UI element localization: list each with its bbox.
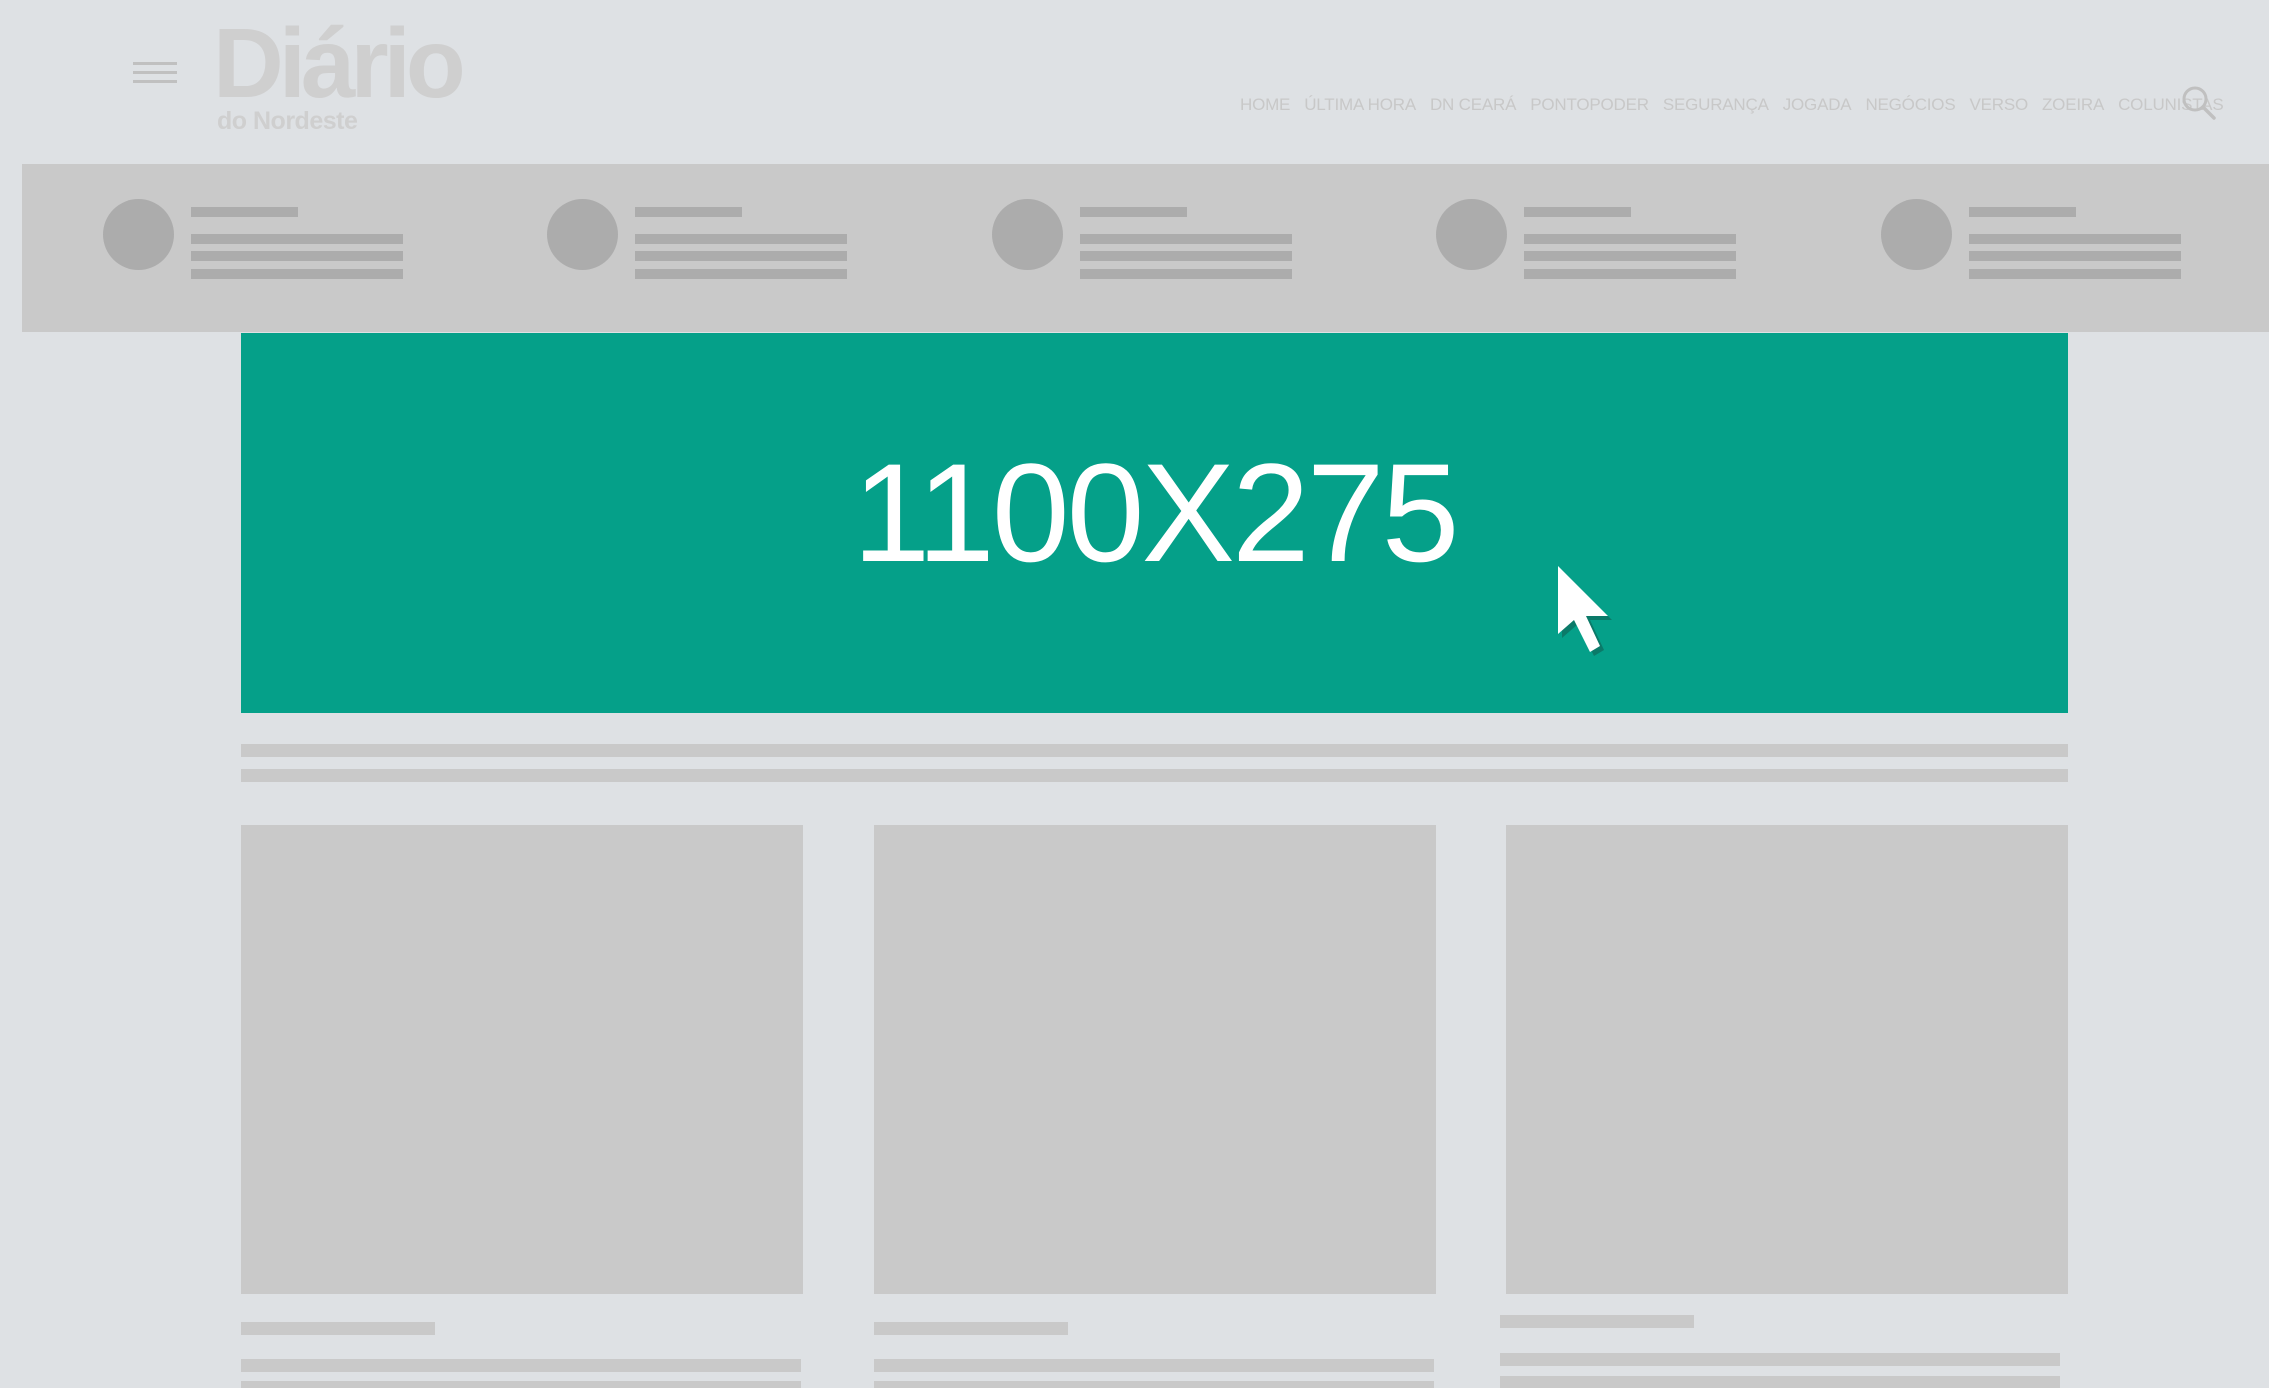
skeleton-line bbox=[241, 744, 2068, 757]
article-card-image[interactable] bbox=[241, 825, 803, 1294]
skeleton-line bbox=[1080, 251, 1292, 261]
nav-link-negocios[interactable]: NEGÓCIOS bbox=[1865, 95, 1955, 115]
menu-line bbox=[133, 71, 177, 74]
nav-link-pontopoder[interactable]: PONTOPODER bbox=[1530, 95, 1649, 115]
skeleton-avatar bbox=[1881, 199, 1952, 270]
skeleton-line bbox=[191, 207, 298, 217]
skeleton-avatar bbox=[1436, 199, 1507, 270]
skeleton-line bbox=[1500, 1315, 1694, 1328]
skeleton-line bbox=[874, 1381, 1434, 1388]
skeleton-line bbox=[874, 1359, 1434, 1372]
skeleton-line bbox=[635, 234, 847, 244]
nav-link-ultima-hora[interactable]: ÚLTIMA HORA bbox=[1304, 95, 1416, 115]
skeleton-line bbox=[1969, 234, 2181, 244]
skeleton-line bbox=[1500, 1353, 2060, 1366]
menu-line bbox=[133, 80, 177, 83]
skeleton-strip-item[interactable] bbox=[1436, 164, 1756, 332]
skeleton-avatar bbox=[103, 199, 174, 270]
skeleton-line bbox=[1969, 207, 2076, 217]
ad-banner[interactable]: 1100X275 bbox=[241, 333, 2068, 713]
skeleton-line bbox=[1080, 207, 1187, 217]
article-card-image[interactable] bbox=[874, 825, 1436, 1294]
skeleton-line bbox=[191, 269, 403, 279]
skeleton-line bbox=[241, 1381, 801, 1388]
skeleton-line bbox=[1080, 234, 1292, 244]
skeleton-line bbox=[241, 1322, 435, 1335]
skeleton-line bbox=[635, 251, 847, 261]
skeleton-avatar bbox=[547, 199, 618, 270]
skeleton-line bbox=[1524, 251, 1736, 261]
logo-main-text: Diário bbox=[213, 8, 466, 118]
skeleton-line bbox=[191, 234, 403, 244]
nav-link-home[interactable]: HOME bbox=[1240, 95, 1290, 115]
skeleton-line bbox=[1969, 251, 2181, 261]
skeleton-strip-item[interactable] bbox=[1881, 164, 2201, 332]
skeleton-line bbox=[241, 769, 2068, 782]
skeleton-line bbox=[191, 251, 403, 261]
site-logo[interactable]: Diário do Nordeste bbox=[213, 14, 493, 139]
skeleton-line bbox=[1524, 234, 1736, 244]
article-card-image[interactable] bbox=[1506, 825, 2068, 1294]
mouse-pointer-icon bbox=[1550, 558, 1620, 668]
logo-sub-text: do Nordeste bbox=[217, 107, 358, 135]
ad-size-label: 1100X275 bbox=[852, 434, 1459, 591]
skeleton-strip-item[interactable] bbox=[547, 164, 867, 332]
main-nav: HOME ÚLTIMA HORA DN CEARÁ PONTOPODER SEG… bbox=[1240, 93, 2224, 117]
skeleton-line bbox=[1969, 269, 2181, 279]
nav-link-verso[interactable]: VERSO bbox=[1969, 95, 2028, 115]
skeleton-line bbox=[241, 1359, 801, 1372]
skeleton-line bbox=[635, 207, 742, 217]
nav-link-jogada[interactable]: JOGADA bbox=[1783, 95, 1852, 115]
skeleton-line bbox=[1524, 269, 1736, 279]
skeleton-line bbox=[1080, 269, 1292, 279]
skeleton-avatar bbox=[992, 199, 1063, 270]
menu-line bbox=[133, 62, 177, 65]
nav-link-dn-ceara[interactable]: DN CEARÁ bbox=[1430, 95, 1516, 115]
hamburger-menu-icon[interactable] bbox=[133, 62, 177, 84]
nav-link-zoeira[interactable]: ZOEIRA bbox=[2042, 95, 2104, 115]
skeleton-strip-item[interactable] bbox=[103, 164, 423, 332]
skeleton-strip-item[interactable] bbox=[992, 164, 1312, 332]
skeleton-line bbox=[635, 269, 847, 279]
search-icon[interactable] bbox=[2180, 84, 2218, 122]
nav-link-seguranca[interactable]: SEGURANÇA bbox=[1663, 95, 1769, 115]
skeleton-line bbox=[1524, 207, 1631, 217]
skeleton-line bbox=[1500, 1376, 2060, 1388]
skeleton-news-strip bbox=[22, 164, 2269, 332]
skeleton-line bbox=[874, 1322, 1068, 1335]
